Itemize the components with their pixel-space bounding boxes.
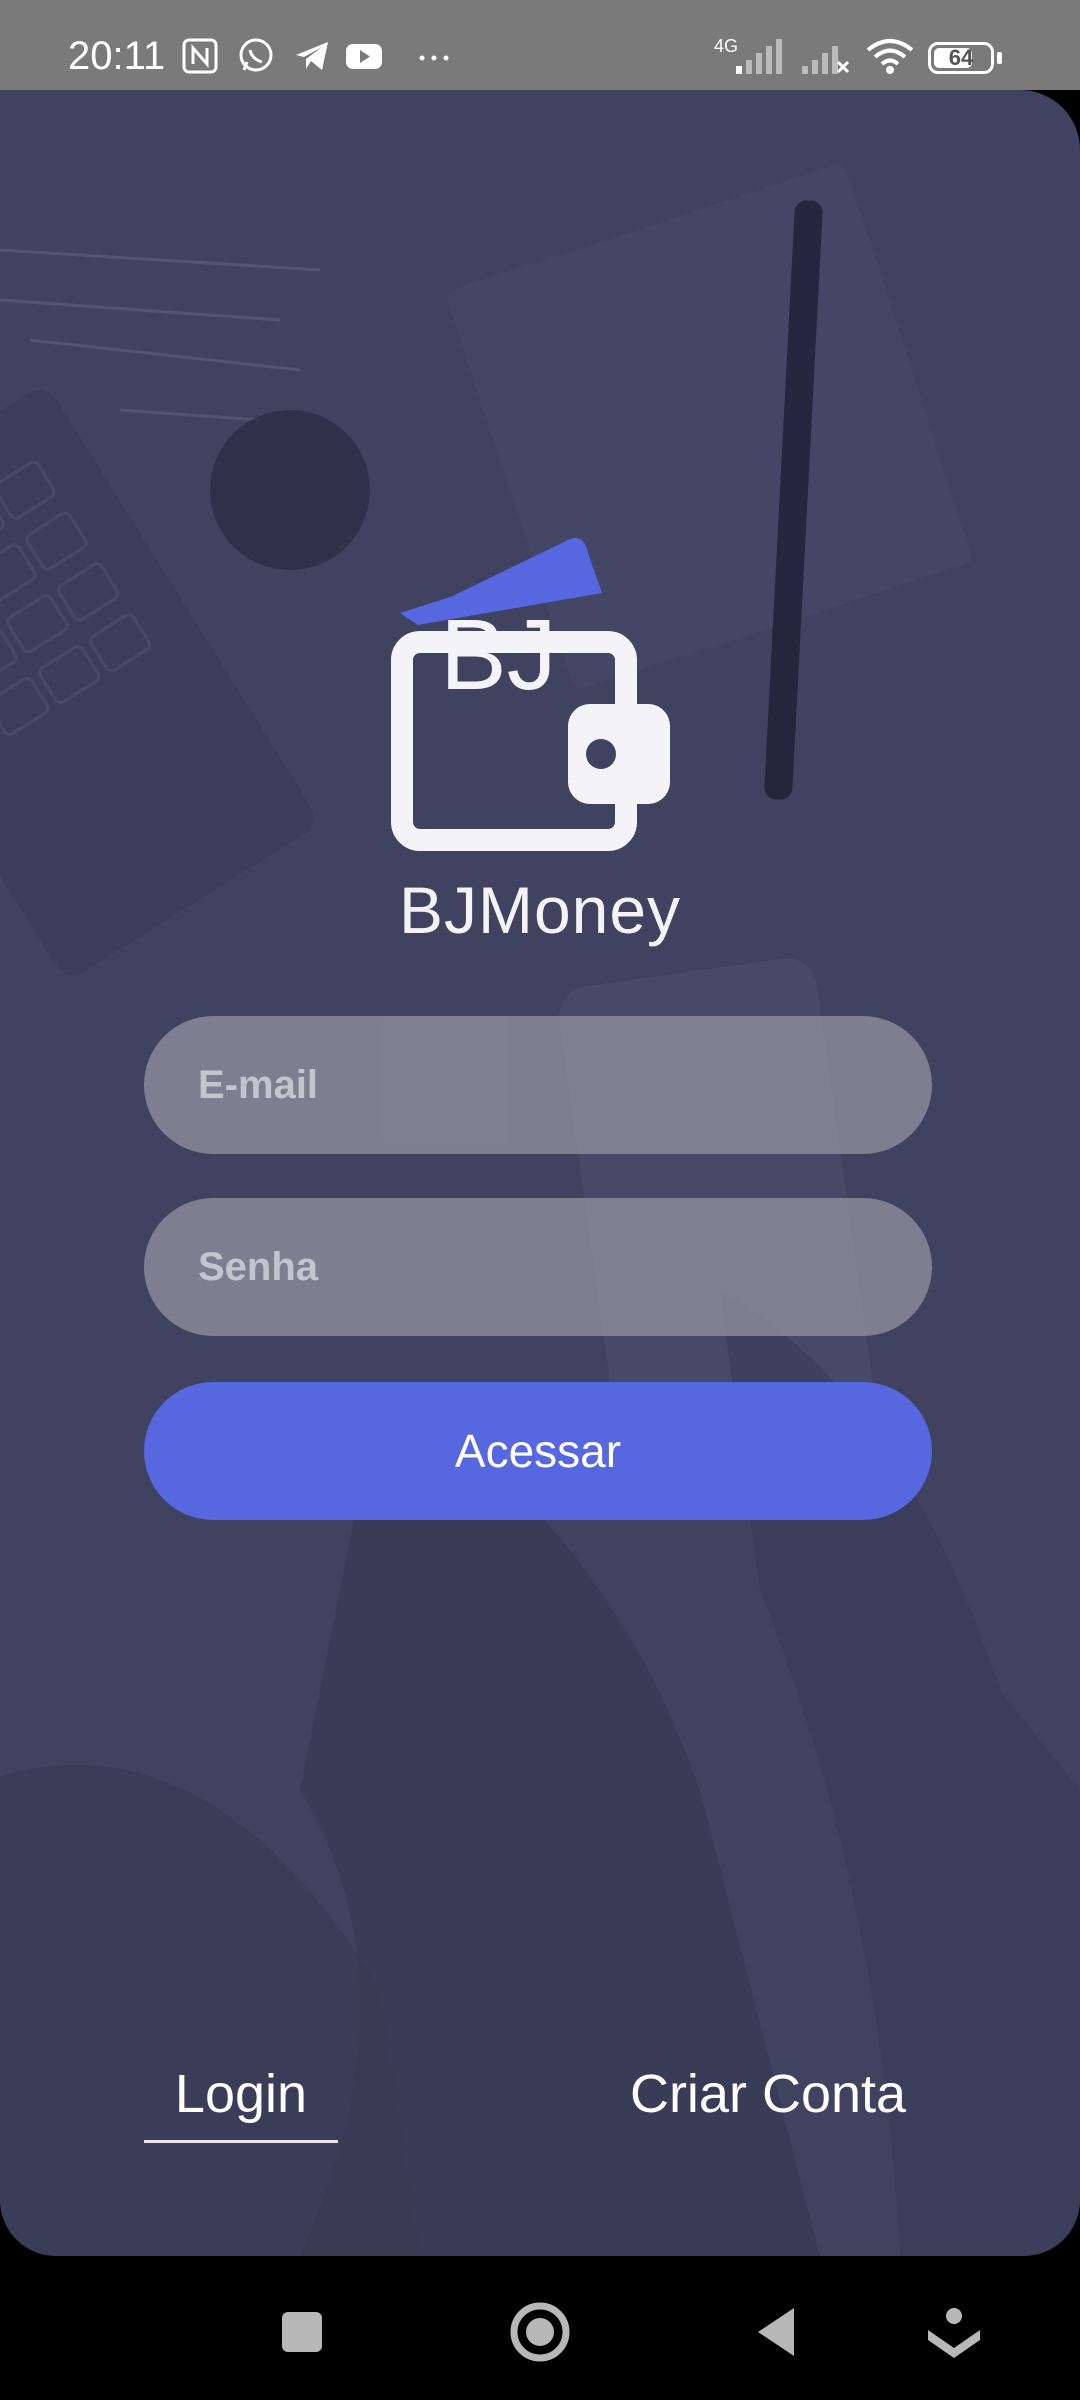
password-field[interactable]: Senha <box>144 1198 932 1336</box>
email-field[interactable]: E-mail <box>144 1016 932 1154</box>
battery-icon: 64 <box>928 42 994 74</box>
access-button-label: Acessar <box>454 1425 622 1477</box>
app-name: BJMoney <box>398 873 682 947</box>
wifi-icon <box>866 39 914 74</box>
background-photo <box>0 164 1080 2256</box>
battery-nub <box>997 52 1002 64</box>
assistant-icon[interactable] <box>914 2292 994 2372</box>
access-button[interactable]: Acessar <box>144 1382 932 1520</box>
whatsapp-icon <box>239 38 273 72</box>
tab-login-underline <box>144 2140 338 2143</box>
password-placeholder: Senha <box>198 1244 319 1289</box>
youtube-icon <box>346 44 382 69</box>
signal-icon <box>736 39 782 74</box>
tab-create-account[interactable]: Criar Conta <box>618 2062 918 2126</box>
status-time: 20:11 <box>68 34 166 78</box>
login-screen: BJ BJMoney E-mail Senha Acessar Login Cr… <box>0 90 1080 2256</box>
telegram-icon <box>296 42 328 70</box>
more-icon <box>419 55 449 61</box>
logo-badge-text: BJ <box>440 599 557 711</box>
signal-off-icon <box>802 46 850 74</box>
recent-apps-icon[interactable] <box>262 2292 342 2372</box>
battery-level: 64 <box>948 45 974 70</box>
email-placeholder: E-mail <box>198 1062 319 1107</box>
home-icon[interactable] <box>500 2292 580 2372</box>
status-bar: 20:11 4G 64 <box>0 0 1080 90</box>
back-icon[interactable] <box>738 2292 818 2372</box>
tab-login[interactable]: Login <box>144 2062 338 2126</box>
nfc-icon <box>182 38 218 74</box>
